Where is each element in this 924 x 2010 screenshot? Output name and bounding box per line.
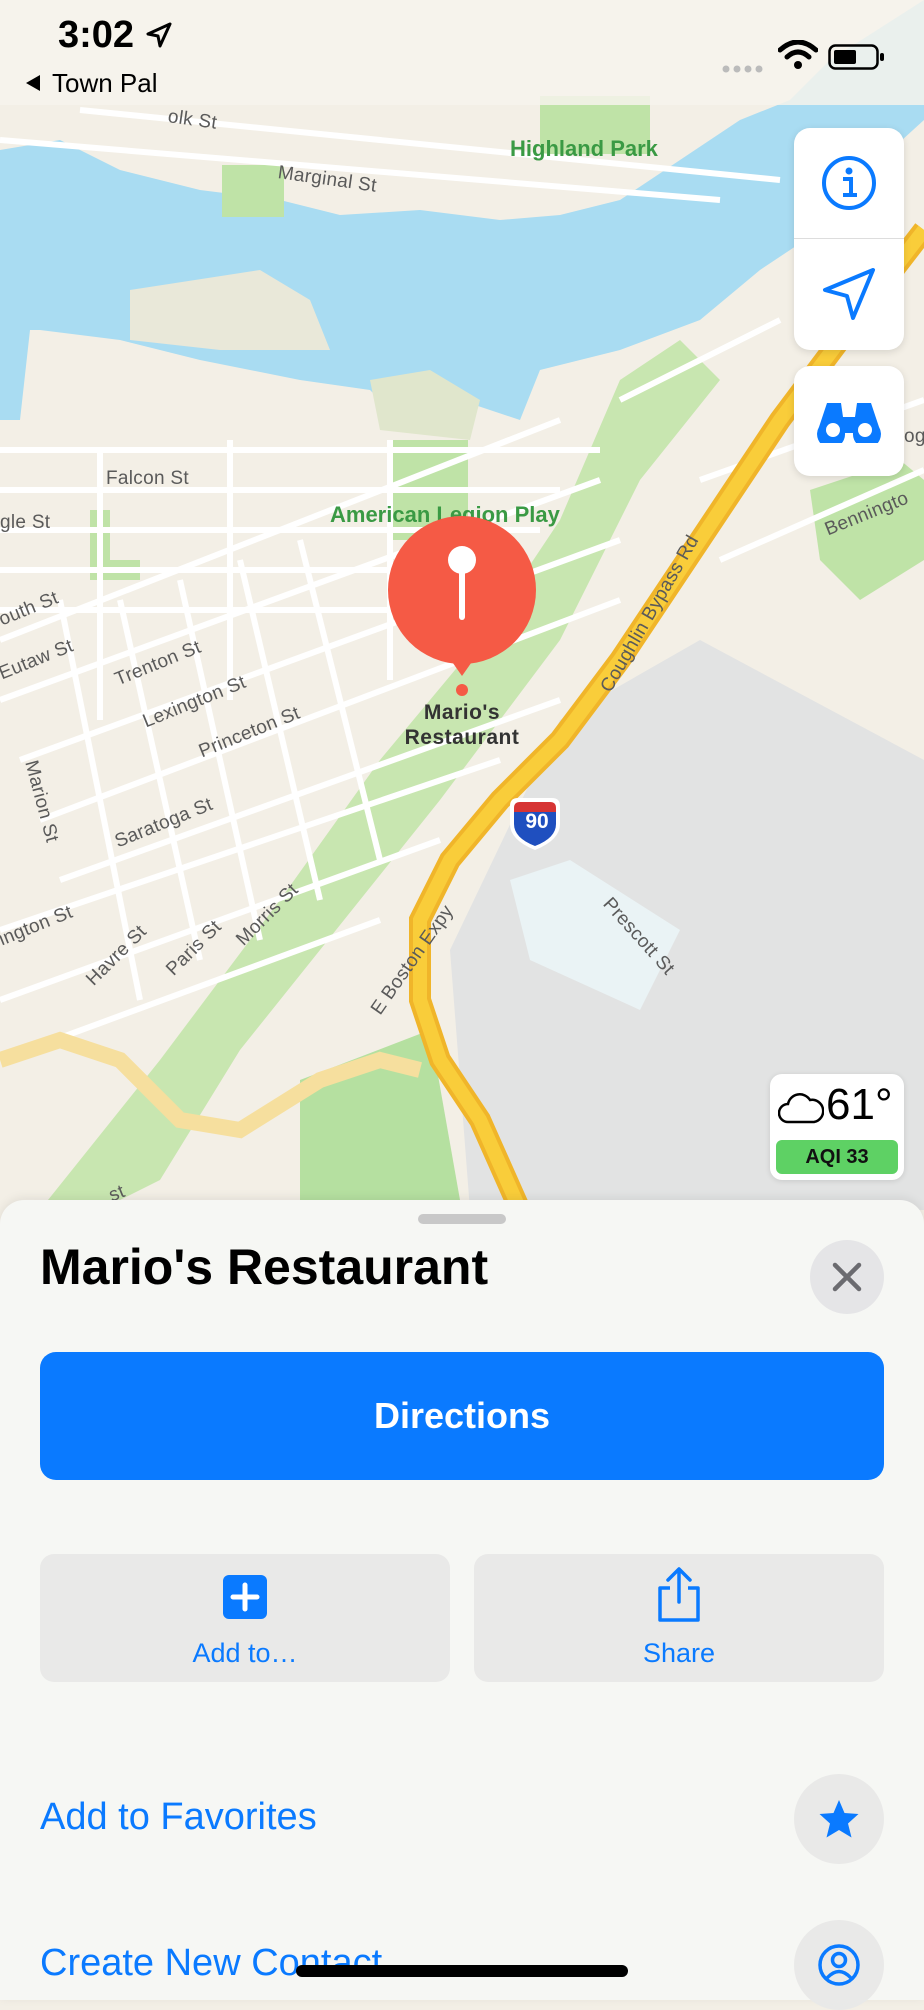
current-location-button[interactable] <box>794 239 904 349</box>
share-label: Share <box>642 1638 716 1668</box>
back-arrow-icon <box>26 75 40 91</box>
back-app-label: Town Pal <box>52 68 158 98</box>
battery-icon <box>828 44 886 75</box>
pin-label: Mario's Restaurant <box>360 700 564 750</box>
sheet-grabber[interactable] <box>418 1214 506 1224</box>
park-label-highland: Highland Park <box>510 136 658 161</box>
place-title: Mario's Restaurant <box>40 1239 489 1295</box>
close-button[interactable] <box>810 1240 884 1314</box>
directions-button[interactable]: Directions <box>40 1352 884 1480</box>
interstate-shield: 90 <box>525 810 549 833</box>
share-button[interactable]: Share <box>474 1554 884 1682</box>
map-pin-icon <box>388 516 536 696</box>
close-icon <box>832 1262 862 1292</box>
home-indicator[interactable] <box>296 1965 628 1977</box>
add-to-label: Add to… <box>192 1638 298 1668</box>
look-around-button[interactable] <box>794 366 904 476</box>
add-to-favorites-link[interactable]: Add to Favorites <box>40 1796 317 1839</box>
pin-label-line1: Mario's <box>423 701 501 724</box>
status-bar: 3:02 Town Pal <box>0 0 924 105</box>
temperature: 61° <box>826 1080 893 1129</box>
place-card-sheet[interactable]: Mario's Restaurant Directions Add to… Sh… <box>0 1200 924 2010</box>
create-new-contact-link[interactable]: Create New Contact <box>40 1942 382 1985</box>
info-button[interactable] <box>794 128 904 238</box>
binoculars-icon <box>817 403 881 443</box>
location-arrow-icon <box>823 268 875 320</box>
cellular-signal-icon <box>722 60 766 78</box>
star-icon <box>819 1800 859 1838</box>
person-circle-icon <box>818 1944 860 1986</box>
aqi-badge: AQI 33 <box>776 1140 898 1174</box>
add-to-button[interactable]: Add to… <box>40 1554 450 1682</box>
street-label: gle St <box>0 512 51 533</box>
street-label: Falcon St <box>106 468 189 489</box>
back-to-app-link[interactable]: Town Pal <box>26 68 158 99</box>
wifi-icon <box>777 39 819 75</box>
share-icon <box>474 1567 884 1622</box>
clock: 3:02 <box>58 14 135 56</box>
location-arrow-icon <box>146 22 172 53</box>
info-icon <box>822 156 876 210</box>
add-icon <box>40 1574 450 1620</box>
map-view[interactable]: Highland Park American Legion Play Margi… <box>0 0 924 1210</box>
map-controls <box>794 128 904 350</box>
favorites-button[interactable] <box>794 1774 884 1864</box>
weather-widget[interactable]: 61° AQI 33 <box>770 1074 904 1180</box>
contact-button[interactable] <box>794 1920 884 2010</box>
cloud-icon <box>777 1092 825 1131</box>
pin-label-line2: Restaurant <box>404 726 520 749</box>
place-pin[interactable] <box>388 516 536 696</box>
street-label: og <box>904 426 924 447</box>
